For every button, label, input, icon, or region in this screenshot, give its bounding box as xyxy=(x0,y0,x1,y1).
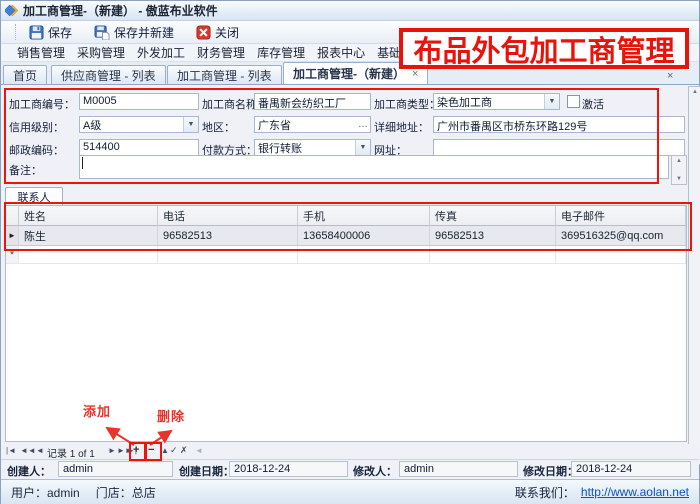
payment-dropdown[interactable]: 银行转账 ▼ xyxy=(254,139,371,156)
menu-purchase[interactable]: 采购管理 xyxy=(71,44,131,61)
website-link[interactable]: http://www.aolan.net xyxy=(581,485,689,499)
name-input[interactable]: 番禺新会纺织工厂 xyxy=(254,93,371,110)
menu-finance[interactable]: 财务管理 xyxy=(191,44,251,61)
creator-field: admin xyxy=(58,461,173,477)
window-title: 加工商管理-（新建） - 傲蓝布业软件 xyxy=(23,2,218,19)
type-dropdown[interactable]: 染色加工商 ▼ xyxy=(433,93,560,110)
promo-banner: 布品外包加工商管理 xyxy=(399,28,689,69)
floppy-icon xyxy=(29,25,44,40)
current-row-icon: ► xyxy=(6,226,19,246)
save-label: 保存 xyxy=(48,24,72,41)
close-icon xyxy=(196,25,211,40)
remark-scrollbar[interactable]: ▲ ▼ xyxy=(671,155,687,185)
menu-outsourcing[interactable]: 外发加工 xyxy=(131,44,191,61)
status-bar: 用户：admin 门店：总店 联系我们： http://www.aolan.ne… xyxy=(1,479,699,504)
cell-email[interactable]: 369516325@qq.com xyxy=(556,226,686,246)
col-header-fax[interactable]: 传真 xyxy=(430,206,556,226)
grid-header-row: 姓名 电话 手机 传真 电子邮件 xyxy=(6,206,686,226)
toolbar-gripper xyxy=(15,24,19,40)
tab-processor-list[interactable]: 加工商管理 - 列表 xyxy=(167,65,282,84)
status-store: 门店：总店 xyxy=(96,484,156,501)
col-header-mobile[interactable]: 手机 xyxy=(298,206,430,226)
chevron-down-icon[interactable]: ▼ xyxy=(544,94,559,109)
postcode-label: 邮政编码： xyxy=(9,142,64,158)
tab-home[interactable]: 首页 xyxy=(3,65,47,84)
grid-indicator-header xyxy=(6,206,19,226)
chevron-down-icon[interactable]: ▼ xyxy=(183,117,198,132)
scroll-up-icon[interactable]: ▲ xyxy=(676,158,682,164)
close-button[interactable]: 关闭 xyxy=(196,24,239,41)
tabstrip-close-icon[interactable]: × xyxy=(667,70,673,82)
creator-label: 创建人： xyxy=(7,463,51,479)
nav-prev-page-button[interactable]: ◄◄ xyxy=(20,446,36,455)
modified-date-label: 修改日期： xyxy=(523,463,578,479)
nav-first-button[interactable]: |◄ xyxy=(6,446,16,455)
menu-reports[interactable]: 报表中心 xyxy=(311,44,371,61)
close-label: 关闭 xyxy=(215,24,239,41)
col-header-email[interactable]: 电子邮件 xyxy=(556,206,686,226)
remark-label: 备注： xyxy=(9,162,42,178)
type-label: 加工商类型： xyxy=(374,96,440,112)
menu-inventory[interactable]: 库存管理 xyxy=(251,44,311,61)
grid-new-row[interactable]: * xyxy=(6,246,686,264)
active-checkbox[interactable] xyxy=(567,95,580,108)
ellipsis-icon[interactable]: … xyxy=(356,117,370,132)
title-bar: 加工商管理-（新建） - 傲蓝布业软件 xyxy=(1,1,699,21)
modified-date-field: 2018-12-24 xyxy=(571,461,691,477)
cell-name[interactable]: 陈生 xyxy=(19,226,158,246)
remark-textarea[interactable] xyxy=(79,155,669,179)
created-date-field: 2018-12-24 xyxy=(229,461,348,477)
credit-label: 信用级别： xyxy=(9,119,64,135)
region-label: 地区： xyxy=(202,119,235,135)
nav-prev-button[interactable]: ◄ xyxy=(36,446,44,455)
promo-banner-text: 布品外包加工商管理 xyxy=(413,28,674,70)
cell-mobile[interactable]: 13658400006 xyxy=(298,226,430,246)
modifier-field: admin xyxy=(399,461,518,477)
code-input[interactable]: M0005 xyxy=(79,93,199,110)
address-label: 详细地址： xyxy=(374,119,429,135)
address-input[interactable]: 广州市番禺区市桥东环路129号 xyxy=(433,116,685,133)
app-icon xyxy=(5,4,18,17)
col-header-phone[interactable]: 电话 xyxy=(158,206,298,226)
chevron-down-icon[interactable]: ▼ xyxy=(355,140,370,155)
scroll-up-icon[interactable]: ▲ xyxy=(692,89,698,95)
status-user: 用户：admin xyxy=(11,484,80,501)
modifier-label: 修改人： xyxy=(353,463,397,479)
code-label: 加工商编号： xyxy=(9,96,75,112)
save-and-new-button[interactable]: 保存并新建 xyxy=(94,24,174,41)
active-checkbox-label: 激活 xyxy=(582,96,604,112)
floppy-new-icon xyxy=(94,25,110,40)
contact-us-label: 联系我们： xyxy=(515,484,575,501)
save-and-new-label: 保存并新建 xyxy=(114,24,174,41)
credit-dropdown[interactable]: A级 ▼ xyxy=(79,116,199,133)
cell-fax[interactable]: 96582513 xyxy=(430,226,556,246)
tab-contacts[interactable]: 联系人 xyxy=(5,187,63,205)
vertical-scrollbar[interactable]: ▲ ▼ xyxy=(688,86,700,465)
scroll-down-icon[interactable]: ▼ xyxy=(676,176,682,182)
region-input[interactable]: 广东省 … xyxy=(254,116,371,133)
text-caret xyxy=(82,157,83,169)
postcode-input[interactable]: 514400 xyxy=(79,139,199,156)
delete-button-highlight-rect xyxy=(144,442,162,461)
tab-supplier-list[interactable]: 供应商管理 - 列表 xyxy=(51,65,166,84)
table-row[interactable]: ► 陈生 96582513 13658400006 96582513 36951… xyxy=(6,226,686,246)
menu-sales[interactable]: 销售管理 xyxy=(11,44,71,61)
col-header-name[interactable]: 姓名 xyxy=(19,206,158,226)
new-row-icon: * xyxy=(6,246,19,264)
website-input[interactable] xyxy=(433,139,685,156)
created-date-label: 创建日期： xyxy=(179,463,234,479)
cell-phone[interactable]: 96582513 xyxy=(158,226,298,246)
save-button[interactable]: 保存 xyxy=(29,24,72,41)
